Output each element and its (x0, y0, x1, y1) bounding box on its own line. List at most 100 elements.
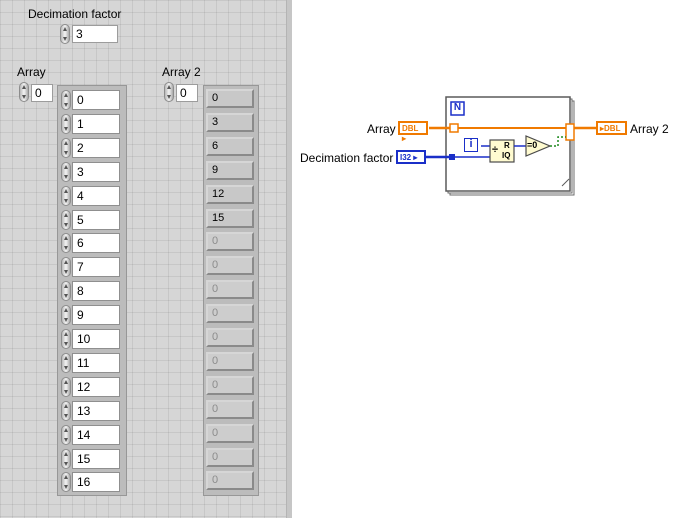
qr-iq-label: IQ (502, 151, 511, 160)
array-element-value[interactable]: 2 (72, 137, 120, 158)
array-element-spinner[interactable] (61, 352, 71, 373)
array-element-spinner[interactable] (61, 376, 71, 397)
block-diagram: Array DBL ▸ Decimation factor I32 ▸ ▸DBL… (292, 0, 691, 518)
array-index-input[interactable]: 0 (31, 84, 53, 102)
array-label: Array (17, 65, 46, 79)
conditional-output-tunnel (565, 123, 575, 141)
array2-element: 0 (206, 328, 254, 347)
array-element[interactable]: 13 (58, 400, 124, 422)
array-input-tunnel (449, 123, 459, 133)
array-element-value[interactable]: 13 (72, 400, 120, 421)
decimation-factor-label: Decimation factor (28, 7, 122, 21)
array2-element: 0 (206, 89, 254, 108)
array-element[interactable]: 6 (58, 232, 124, 254)
array-element[interactable]: 15 (58, 448, 124, 470)
array2-element: 15 (206, 208, 254, 228)
array-element-spinner[interactable] (61, 400, 71, 421)
array-element[interactable]: 11 (58, 352, 124, 374)
array2-element: 0 (206, 256, 254, 276)
array2-element: 0 (206, 351, 254, 371)
array-element-spinner[interactable] (61, 113, 71, 134)
array2-label: Array 2 (162, 65, 201, 79)
array-element[interactable]: 2 (58, 137, 124, 159)
array-element-value[interactable]: 1 (72, 113, 120, 134)
array2-terminal-type: DBL (604, 124, 621, 133)
array-element-spinner[interactable] (61, 137, 71, 158)
array-element-spinner[interactable] (61, 90, 71, 110)
array2-element: 0 (206, 375, 254, 395)
array-element-spinner[interactable] (61, 209, 71, 230)
bd-array-label: Array (367, 122, 396, 136)
array-element-value[interactable]: 5 (72, 209, 120, 230)
equal-zero-label: =0 (527, 140, 538, 150)
array-element-value[interactable]: 16 (72, 472, 120, 493)
array2-element: 0 (206, 232, 254, 252)
array2-terminal[interactable]: ▸DBL (596, 121, 627, 135)
iteration-terminal[interactable]: i (464, 138, 478, 152)
array-element[interactable]: 10 (58, 328, 124, 350)
divide-icon: ÷ (492, 144, 499, 156)
array-terminal-type: DBL (402, 124, 419, 133)
array-element[interactable]: 9 (58, 304, 124, 326)
array2-element: 6 (206, 136, 254, 156)
array-element-spinner[interactable] (61, 448, 71, 469)
array-element-spinner[interactable] (61, 257, 71, 278)
array-element-spinner[interactable] (61, 281, 71, 302)
array-element-value[interactable]: 15 (72, 448, 120, 469)
array-element-value[interactable]: 10 (72, 329, 120, 349)
array-element-spinner[interactable] (61, 305, 71, 326)
array-element[interactable]: 5 (58, 209, 124, 231)
block-diagram-svg (426, 96, 597, 196)
array2-element: 0 (206, 304, 254, 324)
array-element-spinner[interactable] (61, 233, 71, 254)
array2-element: 0 (206, 280, 254, 300)
array-element-spinner[interactable] (61, 185, 71, 206)
array-terminal[interactable]: DBL ▸ (398, 121, 428, 143)
array-element-spinner[interactable] (61, 161, 71, 182)
array-control: 0 1 2 3 4 5 6 7 8 9 10 11 12 13 14 15 16 (57, 85, 127, 496)
array-element[interactable]: 12 (58, 376, 124, 398)
array-element-value[interactable]: 0 (72, 90, 120, 110)
array2-element: 12 (206, 184, 254, 204)
array2-element: 0 (206, 423, 254, 443)
bd-array2-label: Array 2 (630, 122, 669, 136)
array-element[interactable]: 0 (58, 89, 124, 111)
array2-element: 0 (206, 399, 254, 419)
qr-r-label: R (504, 141, 510, 150)
array-element[interactable]: 8 (58, 280, 124, 302)
array-element-value[interactable]: 9 (72, 305, 120, 326)
decimation-terminal[interactable]: I32 ▸ (396, 150, 426, 164)
array2-element: 9 (206, 160, 254, 180)
array-element-value[interactable]: 14 (72, 424, 120, 445)
array-element-value[interactable]: 8 (72, 281, 120, 302)
array-element-value[interactable]: 3 (72, 161, 120, 182)
array-element-spinner[interactable] (61, 329, 71, 349)
array-element[interactable]: 4 (58, 185, 124, 207)
array2-index-spinner[interactable] (164, 82, 174, 102)
array-element-value[interactable]: 4 (72, 185, 120, 206)
array-element-value[interactable]: 12 (72, 376, 120, 397)
array2-index-input[interactable]: 0 (176, 84, 198, 102)
array-element[interactable]: 1 (58, 113, 124, 135)
array-element-value[interactable]: 11 (72, 352, 120, 373)
count-terminal-label: N (453, 102, 462, 113)
array-element-value[interactable]: 7 (72, 257, 120, 278)
array2-element: 3 (206, 112, 254, 132)
decimation-factor-input[interactable]: 3 (72, 25, 118, 43)
array-element-spinner[interactable] (61, 424, 71, 445)
array-index-spinner[interactable] (19, 82, 29, 102)
array2-element: 0 (206, 471, 254, 491)
bd-decimation-label: Decimation factor (300, 151, 394, 165)
array2-element: 0 (206, 447, 254, 467)
array2-indicator: 0 3 6 9 12 15 0 0 0 0 0 0 0 0 0 0 0 (203, 85, 259, 496)
array-element-spinner[interactable] (61, 472, 71, 493)
array-element[interactable]: 7 (58, 256, 124, 278)
front-panel: Decimation factor 3 Array 0 0 1 2 3 4 5 6 7 8 9 10… (0, 0, 291, 518)
array-element[interactable]: 16 (58, 471, 124, 493)
decimation-factor-spinner[interactable] (60, 24, 70, 44)
decimation-terminal-type: I32 (400, 153, 412, 162)
array-element[interactable]: 3 (58, 161, 124, 183)
array-element[interactable]: 14 (58, 424, 124, 446)
decimation-tunnel (449, 154, 455, 160)
array-element-value[interactable]: 6 (72, 233, 120, 254)
